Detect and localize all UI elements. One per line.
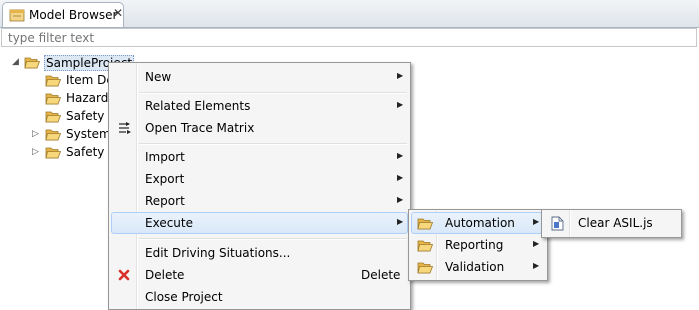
menu-separator [139,238,407,240]
filter-input[interactable] [2,29,696,46]
menu-item-label: Execute [145,216,193,230]
execute-submenu: Automation ▶ Reporting ▶ Validation ▶ [408,209,548,281]
folder-icon [45,74,61,87]
submenu-item-clear-asil[interactable]: Clear ASIL.js [544,212,679,234]
menu-item-label: Reporting [445,238,504,252]
menu-item-edit-driving-situations[interactable]: Edit Driving Situations... [111,242,408,264]
submenu-arrow-icon: ▶ [397,195,404,204]
folder-icon [417,217,433,230]
submenu-item-automation[interactable]: Automation ▶ [411,212,545,234]
menu-item-related-elements[interactable]: Related Elements ▶ [111,95,408,117]
menu-item-open-trace-matrix[interactable]: Open Trace Matrix [111,117,408,139]
tree-node-item-definition[interactable]: Item Def [45,72,118,90]
menu-item-report[interactable]: Report ▶ [111,190,408,212]
menu-item-label: Open Trace Matrix [145,121,255,135]
submenu-arrow-icon: ▶ [533,261,540,270]
menu-item-label: Export [145,172,185,186]
tree-expand-icon[interactable]: ▷ [32,147,39,157]
script-file-icon [551,216,564,231]
tree-node-safety-analysis[interactable]: ▷ Safety A [32,144,116,162]
menu-item-execute[interactable]: Execute ▶ [111,212,408,234]
folder-icon [45,128,61,141]
menu-item-label: Automation [445,216,515,230]
menu-item-label: Edit Driving Situations... [145,246,291,260]
menu-separator [139,92,407,94]
folder-icon [24,56,40,69]
folder-icon [45,146,61,159]
tree-expand-icon[interactable]: ▷ [32,129,39,139]
menu-item-label: Validation [445,260,505,274]
menu-item-close-project[interactable]: Close Project [111,286,408,308]
filter-field[interactable] [1,28,697,47]
submenu-item-validation[interactable]: Validation ▶ [411,256,545,278]
menu-item-label: Report [145,194,185,208]
submenu-arrow-icon: ▶ [397,151,404,160]
context-menu: New ▶ Related Elements ▶ Open Trace Matr… [108,62,411,310]
submenu-item-reporting[interactable]: Reporting ▶ [411,234,545,256]
menu-item-label: New [145,70,172,84]
close-icon[interactable]: ✕ [113,6,123,20]
menu-item-export[interactable]: Export ▶ [111,168,408,190]
menu-item-label: Delete [145,268,185,282]
tab-title: Model Browser [29,8,118,22]
menu-item-import[interactable]: Import ▶ [111,146,408,168]
menu-item-label: Import [145,150,185,164]
folder-icon [45,92,61,105]
model-browser-icon [9,9,25,22]
tree-node-system[interactable]: ▷ System I [32,126,118,144]
folder-icon [417,261,433,274]
folder-icon [45,110,61,123]
view-tab-bar: Model Browser ✕ [0,0,699,28]
trace-matrix-icon [119,122,131,134]
menu-separator [139,143,407,145]
tree-node-safety-goals[interactable]: Safety G [45,108,118,126]
submenu-arrow-icon: ▶ [397,100,404,109]
delete-shortcut: Delete [361,268,401,282]
menu-item-new[interactable]: New ▶ [111,66,408,88]
menu-item-delete[interactable]: Delete Delete [111,264,408,286]
delete-icon [118,269,130,281]
model-browser-tab[interactable]: Model Browser ✕ [2,2,124,27]
menu-item-label: Clear ASIL.js [578,216,653,230]
folder-icon [417,239,433,252]
submenu-arrow-icon: ▶ [533,217,540,226]
submenu-arrow-icon: ▶ [397,217,404,226]
tree-expand-icon[interactable]: ◢ [12,57,19,67]
tree-node-hazard-analysis[interactable]: Hazard A [45,90,120,108]
menu-item-label: Close Project [145,290,223,304]
submenu-arrow-icon: ▶ [397,173,404,182]
submenu-arrow-icon: ▶ [397,71,404,80]
menu-item-label: Related Elements [145,99,251,113]
submenu-arrow-icon: ▶ [533,239,540,248]
automation-submenu: Clear ASIL.js [541,209,682,238]
